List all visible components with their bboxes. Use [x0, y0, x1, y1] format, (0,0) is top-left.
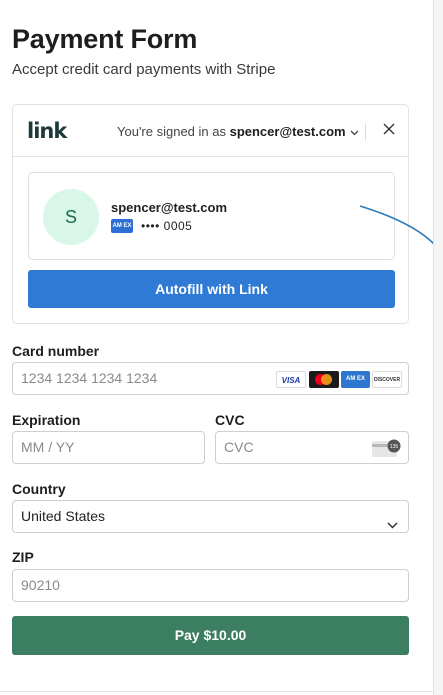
cvc-input[interactable]: CVC 135: [215, 431, 409, 464]
chevron-down-icon: [387, 510, 398, 541]
account-switcher[interactable]: You're signed in as spencer@test.com: [117, 124, 359, 139]
masked-card-number: •••• 0005: [141, 219, 193, 233]
cvc-label: CVC: [215, 412, 245, 428]
card-number-label: Card number: [12, 343, 100, 359]
header-divider: [365, 123, 366, 141]
mastercard-icon: [309, 371, 339, 388]
expiration-input[interactable]: MM / YY: [12, 431, 205, 464]
signed-in-prefix: You're signed in as: [117, 124, 230, 139]
zip-label: ZIP: [12, 549, 34, 565]
autofill-with-link-button[interactable]: Autofill with Link: [28, 270, 395, 308]
link-logo: link: [27, 119, 67, 143]
payment-page: Payment Form Accept credit card payments…: [0, 0, 436, 695]
account-email: spencer@test.com: [111, 200, 227, 215]
signed-in-email: spencer@test.com: [229, 124, 346, 139]
expiration-label: Expiration: [12, 412, 81, 428]
amex-icon: AM EX: [341, 371, 370, 388]
scrollbar-gutter[interactable]: [433, 0, 443, 695]
close-icon[interactable]: [379, 120, 399, 140]
country-label: Country: [12, 481, 66, 497]
country-value: United States: [21, 508, 106, 524]
chevron-down-icon: [350, 128, 359, 139]
link-panel: link You're signed in as spencer@test.co…: [12, 104, 409, 324]
saved-card: AM EX •••• 0005: [111, 218, 192, 234]
link-header: link You're signed in as spencer@test.co…: [13, 105, 408, 157]
svg-text:135: 135: [390, 444, 399, 450]
card-number-input[interactable]: 1234 1234 1234 1234 VISA AM EX DISCOVER: [12, 362, 409, 395]
pay-button[interactable]: Pay $10.00: [12, 616, 409, 655]
link-account-card[interactable]: S spencer@test.com AM EX •••• 0005: [28, 172, 395, 260]
amex-card-icon: AM EX: [111, 219, 133, 233]
bottom-divider: [0, 691, 433, 692]
country-select[interactable]: United States: [12, 500, 409, 533]
zip-input[interactable]: 90210: [12, 569, 409, 602]
discover-icon: DISCOVER: [372, 371, 402, 388]
avatar: S: [43, 189, 99, 245]
card-number-placeholder: 1234 1234 1234 1234: [21, 370, 158, 386]
annotation-arrow: [359, 205, 436, 250]
zip-placeholder: 90210: [21, 577, 60, 593]
page-title: Payment Form: [12, 24, 198, 54]
expiration-placeholder: MM / YY: [21, 439, 75, 455]
page-subtitle: Accept credit card payments with Stripe: [12, 61, 276, 78]
visa-icon: VISA: [276, 371, 306, 388]
cvc-placeholder: CVC: [224, 439, 254, 455]
cvc-card-icon: 135: [372, 439, 401, 457]
